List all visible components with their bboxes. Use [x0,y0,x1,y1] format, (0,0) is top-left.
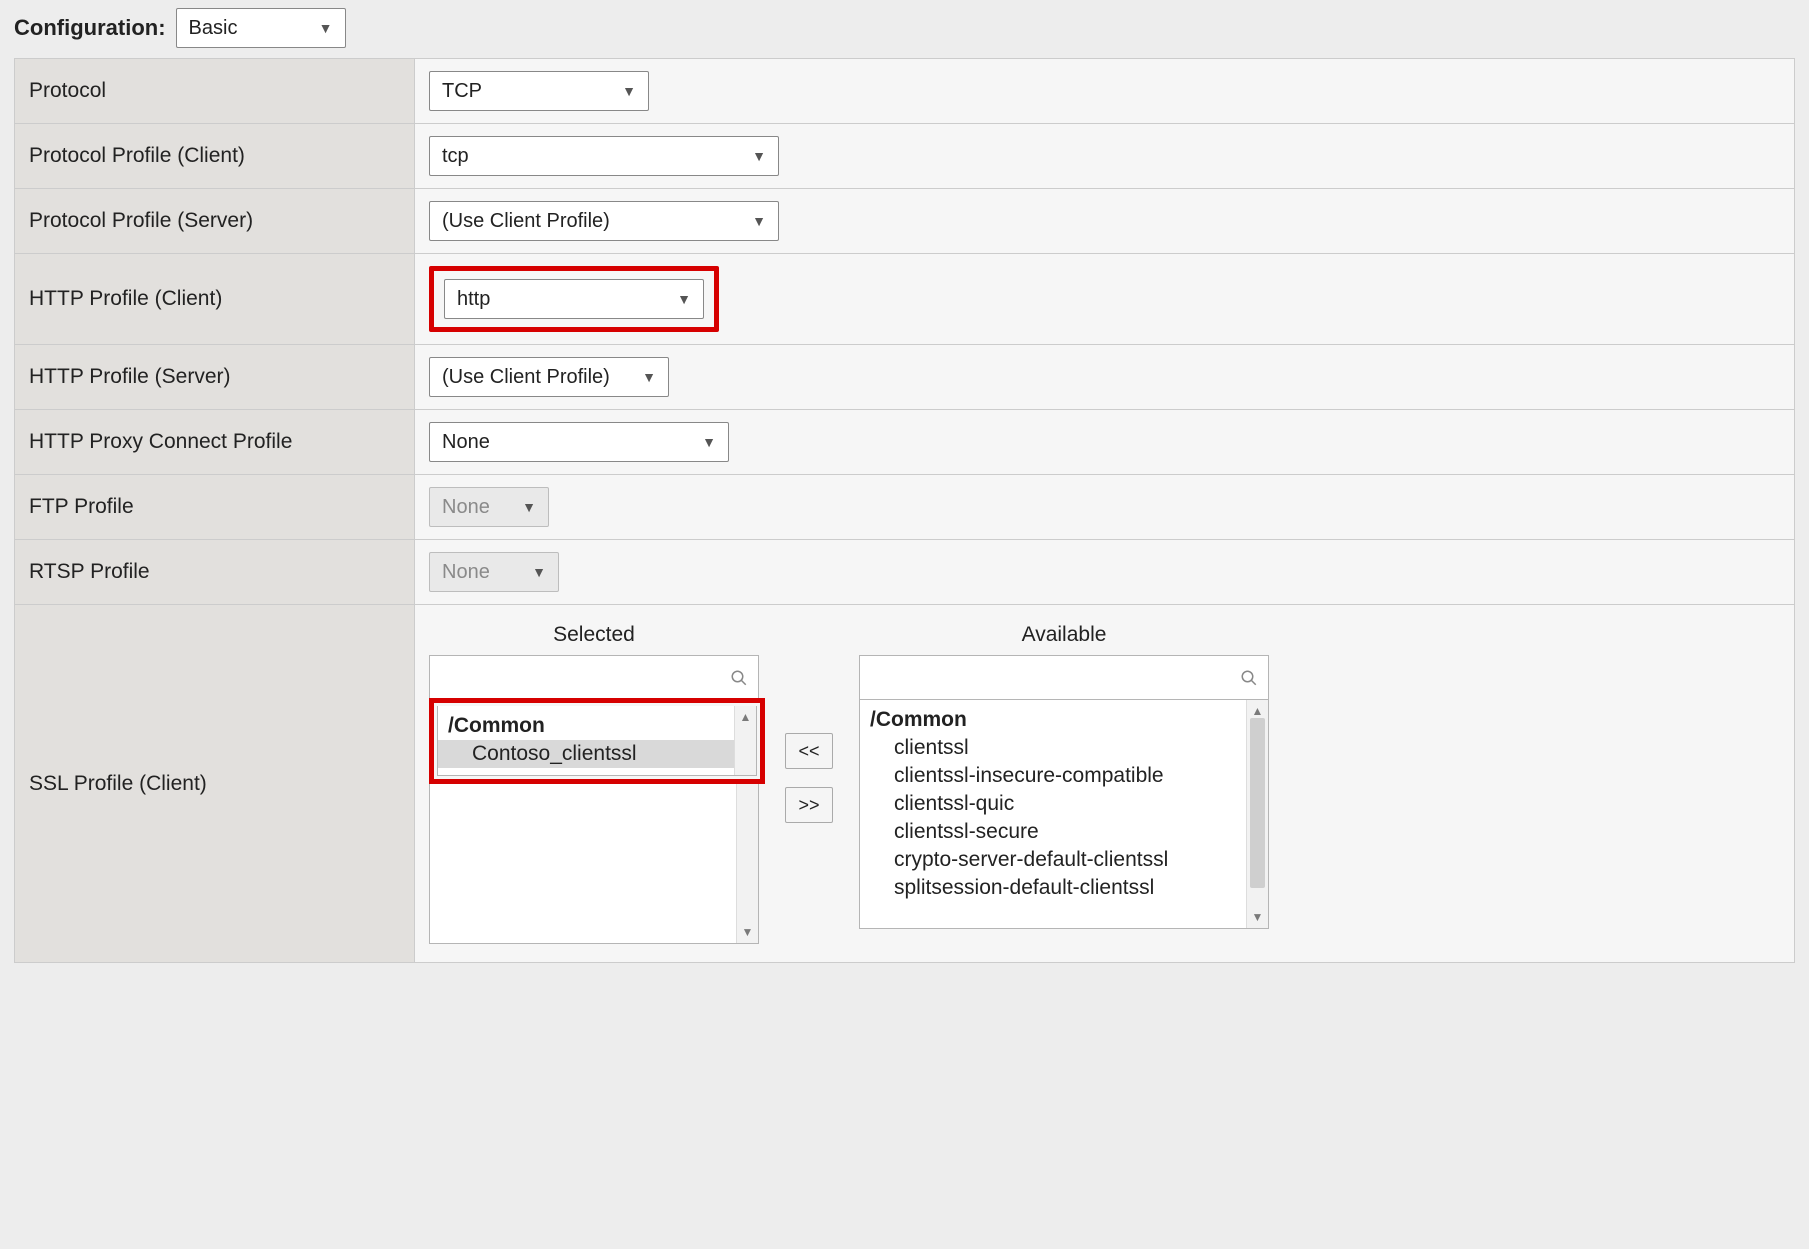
protocol-profile-server-label: Protocol Profile (Server) [15,189,415,254]
http-profile-client-highlight: http ▼ [429,266,719,332]
scrollbar[interactable]: ▲ [734,706,756,775]
configuration-label: Configuration: [14,15,166,41]
ssl-profile-client-label: SSL Profile (Client) [15,605,415,963]
ssl-available-header: Available [1022,623,1107,647]
ssl-selected-column: Selected /Common Contoso_clientssl [429,623,759,944]
table-row: Protocol Profile (Server) (Use Client Pr… [15,189,1795,254]
list-item[interactable]: clientssl-secure [860,818,1246,846]
protocol-select[interactable]: TCP ▼ [429,71,649,111]
settings-table: Protocol TCP ▼ Protocol Profile (Client)… [14,58,1795,963]
ssl-selected-list-bottom[interactable]: ▼ [429,784,759,944]
configuration-value: Basic [189,17,238,40]
http-profile-server-select[interactable]: (Use Client Profile) ▼ [429,357,669,397]
ssl-selected-search[interactable] [429,655,759,699]
http-proxy-connect-select[interactable]: None ▼ [429,422,729,462]
protocol-profile-client-label: Protocol Profile (Client) [15,124,415,189]
table-row: HTTP Proxy Connect Profile None ▼ [15,410,1795,475]
protocol-label: Protocol [15,59,415,124]
list-item[interactable]: crypto-server-default-clientssl [860,846,1246,874]
rtsp-profile-label: RTSP Profile [15,540,415,605]
rtsp-profile-select: None ▼ [429,552,559,592]
scrollbar[interactable]: ▲ ▼ [1246,700,1268,928]
protocol-profile-server-select[interactable]: (Use Client Profile) ▼ [429,201,779,241]
chevron-down-icon: ▼ [642,369,656,385]
http-profile-client-label: HTTP Profile (Client) [15,254,415,345]
list-item[interactable]: Contoso_clientssl [438,740,734,768]
chevron-down-icon: ▼ [532,564,546,580]
configuration-row: Configuration: Basic ▼ [14,8,1795,48]
ftp-profile-select: None ▼ [429,487,549,527]
chevron-down-icon: ▼ [752,213,766,229]
ssl-available-column: Available /Common clientssl clientssl-in… [859,623,1269,929]
list-item[interactable]: clientssl [860,734,1246,762]
ssl-dual-list: Selected /Common Contoso_clientssl [429,623,1780,944]
scroll-down-icon: ▼ [1252,910,1264,924]
move-right-button[interactable]: >> [785,787,833,823]
chevron-down-icon: ▼ [622,83,636,99]
ssl-selected-highlight: /Common Contoso_clientssl ▲ [429,698,765,784]
table-row: HTTP Profile (Server) (Use Client Profil… [15,345,1795,410]
chevron-down-icon: ▼ [752,148,766,164]
chevron-down-icon: ▼ [702,434,716,450]
scroll-up-icon: ▲ [740,710,752,724]
ssl-available-search[interactable] [859,655,1269,699]
chevron-down-icon: ▼ [522,499,536,515]
http-proxy-connect-label: HTTP Proxy Connect Profile [15,410,415,475]
table-row: Protocol Profile (Client) tcp ▼ [15,124,1795,189]
table-row: Protocol TCP ▼ [15,59,1795,124]
move-left-button[interactable]: << [785,733,833,769]
ssl-selected-list-top[interactable]: /Common Contoso_clientssl ▲ [437,706,757,776]
scrollbar[interactable]: ▼ [736,784,758,943]
protocol-profile-client-select[interactable]: tcp ▼ [429,136,779,176]
chevron-down-icon: ▼ [319,20,333,36]
ftp-profile-label: FTP Profile [15,475,415,540]
ssl-mover-column: << >> [785,623,833,823]
table-row: SSL Profile (Client) Selected [15,605,1795,963]
scroll-down-icon: ▼ [742,925,754,939]
ssl-available-group: /Common [860,706,1246,734]
list-item[interactable]: splitsession-default-clientssl [860,874,1246,902]
table-row: HTTP Profile (Client) http ▼ [15,254,1795,345]
ssl-available-list[interactable]: /Common clientssl clientssl-insecure-com… [859,699,1269,929]
table-row: RTSP Profile None ▼ [15,540,1795,605]
list-item[interactable]: clientssl-insecure-compatible [860,762,1246,790]
scroll-thumb[interactable] [1250,718,1265,888]
search-icon [1240,669,1258,687]
search-icon [730,669,748,687]
ssl-selected-group: /Common [438,712,734,740]
chevron-down-icon: ▼ [677,291,691,307]
list-item[interactable]: clientssl-quic [860,790,1246,818]
table-row: FTP Profile None ▼ [15,475,1795,540]
configuration-select[interactable]: Basic ▼ [176,8,346,48]
scroll-up-icon: ▲ [1252,704,1264,718]
http-profile-client-select[interactable]: http ▼ [444,279,704,319]
ssl-selected-header: Selected [553,623,635,647]
http-profile-server-label: HTTP Profile (Server) [15,345,415,410]
